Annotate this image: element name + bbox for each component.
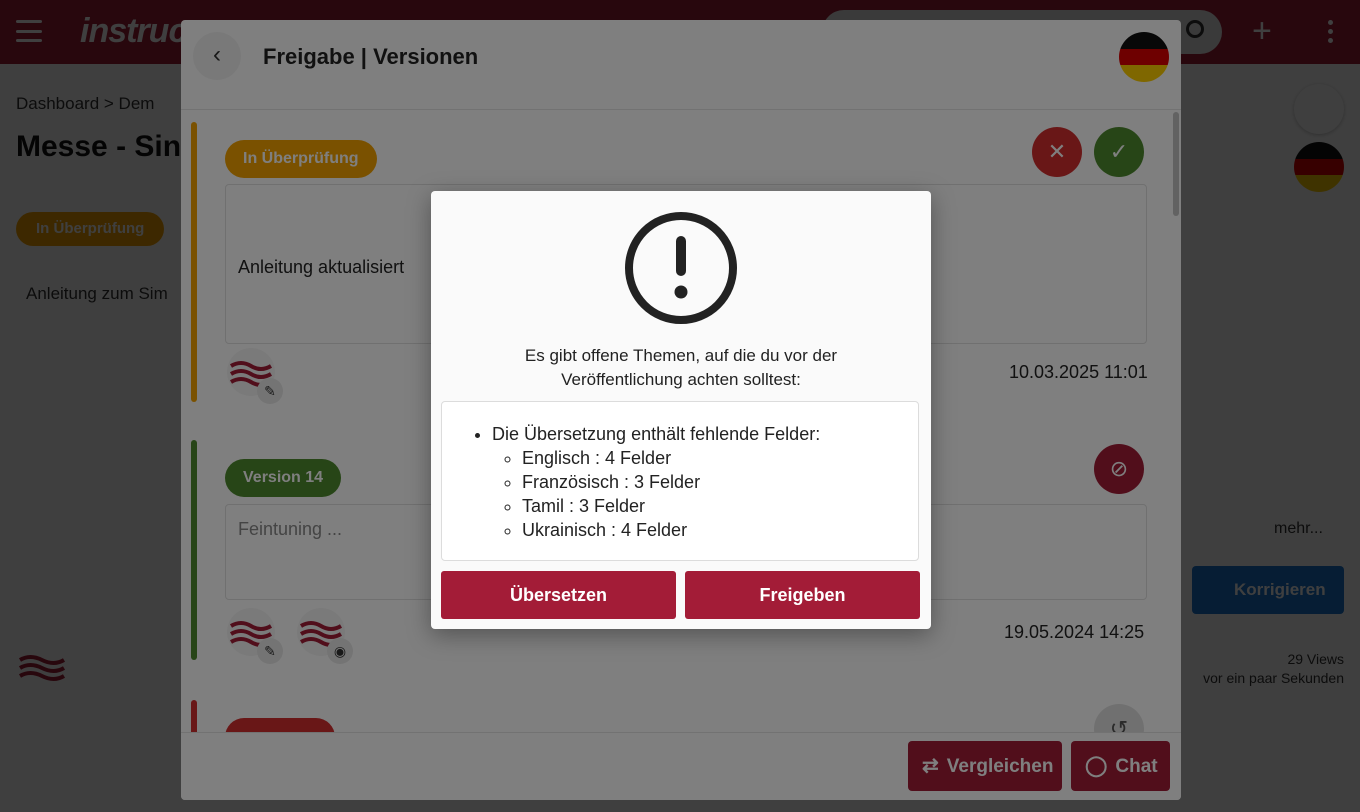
list-item: Tamil : 3 Felder [522,494,820,518]
issue-title: Die Übersetzung enthält fehlende Felder: [492,424,821,444]
issue-item: Die Übersetzung enthält fehlende Felder:… [492,422,820,542]
approve-release-button[interactable]: Freigeben [685,571,920,619]
warning-icon [625,212,737,324]
warning-dialog: Es gibt offene Themen, auf die du vor de… [431,191,931,629]
issue-list-box: Die Übersetzung enthält fehlende Felder:… [441,401,919,561]
translate-button[interactable]: Übersetzen [441,571,676,619]
list-item: Französisch : 3 Felder [522,470,820,494]
missing-fields-list: Englisch : 4 Felder Französisch : 3 Feld… [492,446,820,542]
list-item: Englisch : 4 Felder [522,446,820,470]
list-item: Ukrainisch : 4 Felder [522,518,820,542]
issue-list: Die Übersetzung enthält fehlende Felder:… [492,422,820,542]
dialog-message: Es gibt offene Themen, auf die du vor de… [524,346,838,389]
